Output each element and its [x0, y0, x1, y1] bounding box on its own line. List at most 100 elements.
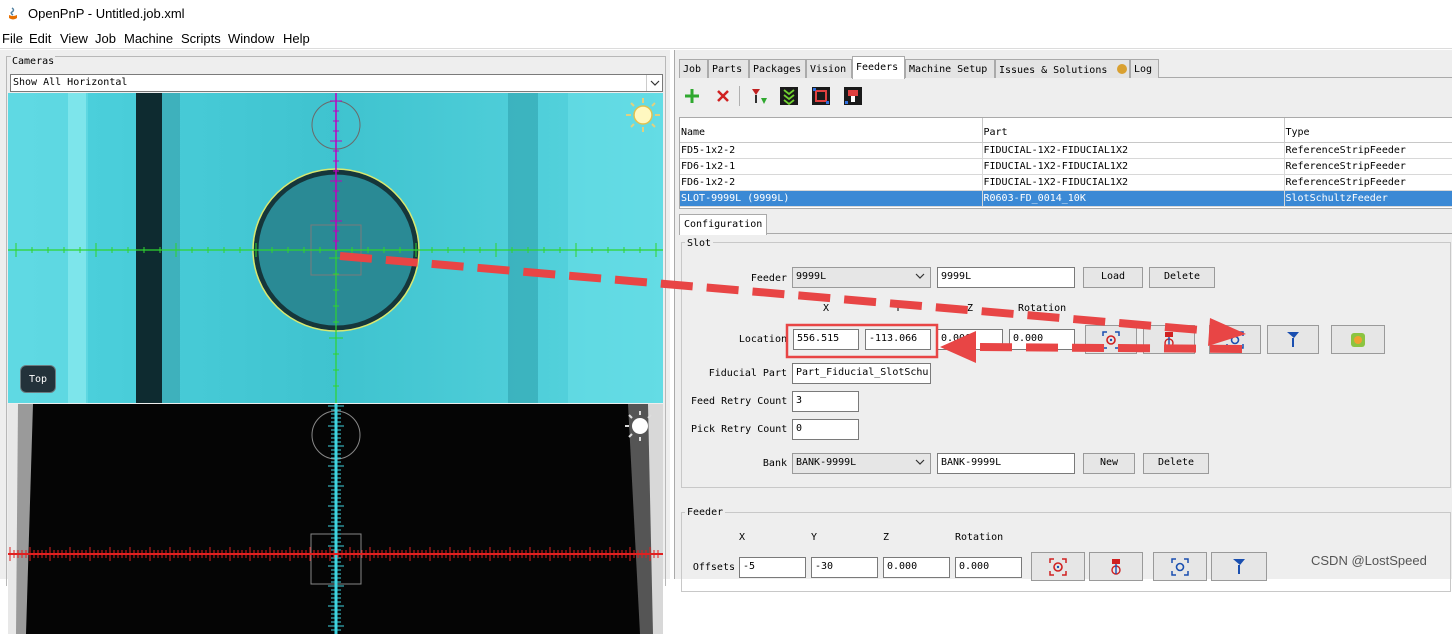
feeder-camera-button[interactable]: [809, 84, 833, 108]
table-row[interactable]: FD6-1x2-1 FIDUCIAL-1X2-FIDUCIAL1X2 Refer…: [680, 158, 1452, 175]
location-z-field[interactable]: 0.000: [937, 329, 1003, 350]
position-actuator-button[interactable]: [1331, 325, 1385, 354]
column-label-y: Y: [811, 532, 818, 543]
location-y-field[interactable]: -113.066: [865, 329, 931, 350]
feeders-panel: Job Parts Packages Vision Feeders Machin…: [674, 50, 1452, 592]
cameras-legend: Cameras: [11, 56, 56, 67]
feed-pick-button[interactable]: [747, 84, 771, 108]
nozzle-move-icon: [1233, 558, 1245, 574]
cell-type: SlotSchultzFeeder: [1284, 190, 1452, 207]
bank-name-field[interactable]: BANK-9999L: [937, 453, 1075, 474]
offset-x-field[interactable]: -5: [739, 557, 806, 578]
delete-feeder-button[interactable]: [711, 84, 735, 108]
column-header-part[interactable]: Part: [982, 118, 1285, 143]
table-row-selected[interactable]: SLOT-9999L (9999L) R0603-FD_0014_10K Slo…: [680, 190, 1452, 207]
cell-part: FIDUCIAL-1X2-FIDUCIAL1X2: [982, 158, 1285, 175]
pick-retry-count-label: Pick Retry Count: [691, 424, 788, 435]
tab-packages[interactable]: Packages: [749, 59, 806, 78]
feeder-nozzle-button[interactable]: [841, 84, 865, 108]
camera-target-icon: [1102, 330, 1120, 349]
cell-part: R0603-FD_0014_10K: [982, 190, 1285, 207]
move-tool-to-location-button[interactable]: [1267, 325, 1319, 354]
menu-window[interactable]: Window: [228, 31, 274, 46]
capture-tool-location-button[interactable]: [1143, 325, 1195, 354]
nozzle-move-icon: [1287, 331, 1299, 347]
move-tool-to-offset-button[interactable]: [1211, 552, 1267, 581]
fiducial-part-label: Fiducial Part: [708, 368, 787, 379]
column-label-z: Z: [967, 303, 974, 314]
pick-retry-count-field[interactable]: 0: [792, 419, 859, 440]
menu-edit[interactable]: Edit: [29, 31, 51, 46]
cell-name: FD5-1x2-2: [680, 142, 983, 159]
menu-job[interactable]: Job: [95, 31, 116, 46]
bank-select-value: BANK-9999L: [796, 457, 857, 468]
add-feeder-button[interactable]: [680, 84, 704, 108]
feed-retry-count-field[interactable]: 3: [792, 391, 859, 412]
feeder-legend: Feeder: [685, 507, 726, 518]
offset-z-field[interactable]: 0.000: [883, 557, 950, 578]
delete-bank-button[interactable]: Delete: [1143, 453, 1209, 474]
table-row[interactable]: FD6-1x2-2 FIDUCIAL-1X2-FIDUCIAL1X2 Refer…: [680, 174, 1452, 191]
menu-view[interactable]: View: [60, 31, 88, 46]
tab-job[interactable]: Job: [679, 59, 708, 78]
tab-issues-solutions[interactable]: Issues & Solutions: [995, 59, 1130, 78]
tab-parts[interactable]: Parts: [708, 59, 749, 78]
column-label-rotation: Rotation: [955, 532, 1004, 543]
bank-select[interactable]: BANK-9999L: [792, 453, 931, 474]
feeder-select-value: 9999L: [796, 271, 827, 282]
load-button[interactable]: Load: [1083, 267, 1143, 288]
feeders-table: Name Part Type FD5-1x2-2 FIDUCIAL-1X2-FI…: [679, 117, 1452, 209]
offset-y-field[interactable]: -30: [811, 557, 878, 578]
capture-camera-offset-button[interactable]: [1031, 552, 1085, 581]
move-camera-to-offset-button[interactable]: [1153, 552, 1207, 581]
delete-button[interactable]: Delete: [1149, 267, 1215, 288]
tab-machine-setup[interactable]: Machine Setup: [905, 59, 995, 78]
top-camera-badge[interactable]: Top: [20, 365, 56, 393]
location-x-field[interactable]: 556.515: [793, 329, 859, 350]
offsets-label: Offsets: [692, 562, 735, 573]
window-title: OpenPnP - Untitled.job.xml: [28, 6, 185, 21]
tab-log[interactable]: Log: [1130, 59, 1159, 78]
table-row[interactable]: FD5-1x2-2 FIDUCIAL-1X2-FIDUCIAL1X2 Refer…: [680, 142, 1452, 159]
feeder-select[interactable]: 9999L: [792, 267, 931, 288]
move-camera-to-location-button[interactable]: [1209, 325, 1261, 354]
tab-vision[interactable]: Vision: [806, 59, 852, 78]
capture-tool-offset-button[interactable]: [1089, 552, 1143, 581]
capture-camera-location-button[interactable]: [1085, 325, 1137, 354]
camera-move-icon: [1171, 557, 1189, 576]
cell-type: ReferenceStripFeeder: [1284, 158, 1452, 175]
close-icon: [717, 90, 729, 102]
tab-issues-label: Issues & Solutions: [999, 65, 1108, 76]
menu-help[interactable]: Help: [283, 31, 310, 46]
chevron-down-icon: [915, 457, 925, 470]
column-header-name[interactable]: Name: [680, 118, 983, 143]
new-bank-button[interactable]: New: [1083, 453, 1135, 474]
offset-rotation-field[interactable]: 0.000: [955, 557, 1022, 578]
cameras-panel: Cameras Show All Horizontal Top: [0, 50, 670, 634]
location-label: Location: [738, 334, 787, 345]
actuator-icon: [1351, 332, 1365, 347]
camera-layout-select[interactable]: Show All Horizontal: [10, 74, 663, 92]
tab-feeders[interactable]: Feeders: [852, 56, 905, 79]
menu-scripts[interactable]: Scripts: [181, 31, 221, 46]
watermark: CSDN @LostSpeed: [1311, 553, 1427, 568]
location-rotation-field[interactable]: 0.000: [1009, 329, 1075, 350]
top-camera-view[interactable]: Top: [8, 93, 663, 403]
toolbar-divider: [739, 86, 740, 106]
title-bar: OpenPnP - Untitled.job.xml: [0, 0, 1452, 28]
move-feeder-button[interactable]: [777, 84, 801, 108]
cell-name: SLOT-9999L (9999L): [680, 190, 983, 207]
bottom-camera-view[interactable]: [8, 404, 663, 634]
column-label-x: X: [823, 303, 830, 314]
camera-target-icon: [1049, 557, 1067, 576]
feeder-name-field[interactable]: 9999L: [937, 267, 1075, 288]
menu-machine[interactable]: Machine: [124, 31, 173, 46]
tab-configuration[interactable]: Configuration: [679, 214, 768, 235]
fiducial-part-field[interactable]: Part_Fiducial_SlotSchu: [792, 363, 931, 384]
feeder-move-icon: [780, 87, 798, 106]
menu-file[interactable]: File: [2, 31, 23, 46]
column-header-type[interactable]: Type: [1284, 118, 1452, 143]
slot-legend: Slot: [685, 238, 714, 249]
camera-move-icon: [1226, 330, 1244, 349]
menu-bar: File Edit View Job Machine Scripts Windo…: [0, 29, 1452, 49]
